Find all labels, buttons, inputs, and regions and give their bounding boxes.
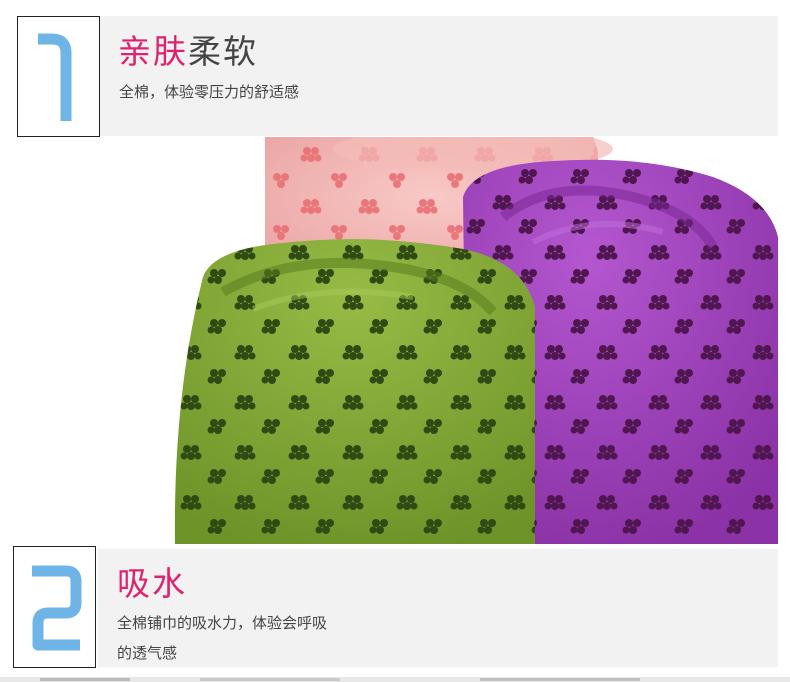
next-section-edge	[0, 677, 790, 682]
feature-title-1-rest: 柔软	[188, 32, 258, 71]
number-badge-1	[17, 16, 100, 137]
number-badge-2	[13, 546, 96, 668]
digit-one-icon	[38, 33, 72, 121]
feature-title-1: 亲肤柔软	[118, 35, 258, 68]
feature-subtitle-2-line-1: 全棉铺巾的吸水力，体验会呼吸	[117, 614, 328, 632]
feature-subtitle-2-line-2: 的透气感	[117, 644, 178, 662]
feature-subtitle-2: 全棉铺巾的吸水力，体验会呼吸 的透气感	[117, 608, 377, 668]
feature-title-2-accent: 吸水	[117, 564, 187, 603]
towel-photo	[174, 137, 778, 544]
feature-title-1-accent: 亲肤	[118, 32, 188, 71]
green-towel-roll	[174, 239, 535, 544]
feature-title-2: 吸水	[117, 567, 187, 600]
feature-subtitle-1: 全棉，体验零压力的舒适感	[119, 83, 300, 101]
digit-two-icon	[32, 565, 82, 651]
